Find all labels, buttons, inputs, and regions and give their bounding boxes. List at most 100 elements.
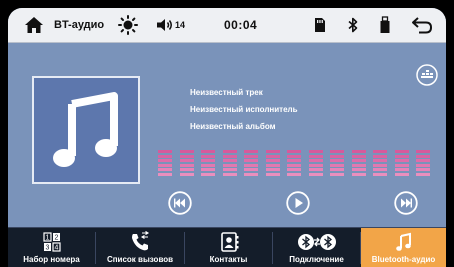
equalizer-segment <box>179 168 194 172</box>
equalizer-segment <box>416 154 430 158</box>
equalizer-segment <box>373 163 387 167</box>
equalizer-segment <box>416 168 430 172</box>
svg-text:2: 2 <box>54 235 58 242</box>
equalizer-segment <box>244 173 258 176</box>
equalizer-segment <box>158 163 172 167</box>
equalizer-segment <box>373 168 387 172</box>
nav-label-call-log: Список вызовов <box>106 255 174 264</box>
equalizer-segment <box>330 168 344 172</box>
equalizer-segment <box>179 150 194 153</box>
nav-bluetooth-audio[interactable]: Bluetooth-аудио <box>361 228 446 267</box>
equalizer-segment <box>179 159 194 163</box>
volume-button[interactable]: 14 <box>156 8 185 42</box>
equalizer-segment <box>330 173 344 176</box>
nav-call-log[interactable]: Список вызовов <box>96 228 184 267</box>
equalizer-segment <box>222 168 237 172</box>
equalizer-segment <box>308 173 323 176</box>
play-button[interactable] <box>286 191 310 215</box>
equalizer-segment <box>201 150 215 153</box>
nav-connection[interactable]: Подключение <box>273 228 360 267</box>
equalizer-segment <box>351 163 366 167</box>
nav-label-contacts: Контакты <box>209 255 248 264</box>
equalizer-icon <box>416 64 438 86</box>
home-button[interactable] <box>24 8 44 42</box>
equalizer-segment <box>158 173 172 176</box>
equalizer-segment <box>158 150 172 153</box>
equalizer-segment <box>287 168 301 172</box>
equalizer-segment <box>373 150 387 153</box>
equalizer-segment <box>287 154 301 158</box>
equalizer-segment <box>179 173 194 176</box>
equalizer-segment <box>373 159 387 163</box>
next-track-button[interactable] <box>394 191 418 215</box>
svg-text:1: 1 <box>45 235 49 242</box>
nav-dialpad[interactable]: 1 2 3 4 Набор номера <box>8 228 95 267</box>
equalizer-segment <box>416 150 430 153</box>
equalizer-segment <box>394 159 409 163</box>
equalizer-segment <box>201 168 215 172</box>
equalizer-segment <box>244 159 258 163</box>
clock: 00:04 <box>224 18 258 32</box>
brightness-button[interactable] <box>118 8 138 42</box>
app-frame: BT-аудио 14 00:04 Неизвестный трек Неизв… <box>8 8 446 267</box>
back-button[interactable] <box>411 8 433 42</box>
previous-track-button[interactable] <box>168 191 192 215</box>
equalizer-segment <box>351 168 366 172</box>
head-unit-screen: BT-аудио 14 00:04 Неизвестный трек Неизв… <box>0 0 454 267</box>
track-artist: Неизвестный исполнитель <box>190 105 298 114</box>
track-album: Неизвестный альбом <box>190 122 276 131</box>
equalizer-segment <box>244 163 258 167</box>
equalizer-segment <box>351 173 366 176</box>
equalizer-segment <box>222 150 237 153</box>
equalizer-segment <box>416 163 430 167</box>
next-track-icon <box>394 191 418 215</box>
equalizer-segment <box>287 159 301 163</box>
equalizer-segment <box>308 168 323 172</box>
equalizer-segment <box>158 159 172 163</box>
spectrum-equalizer <box>158 150 438 178</box>
equalizer-segment <box>394 154 409 158</box>
bottom-navigation: 1 2 3 4 Набор номера Список вызовов Конт… <box>8 227 446 267</box>
equalizer-segment <box>351 159 366 163</box>
bluetooth-status <box>348 8 358 42</box>
svg-text:3: 3 <box>45 245 49 252</box>
music-note-icon <box>395 232 411 251</box>
equalizer-segment <box>416 159 430 163</box>
equalizer-segment <box>351 154 366 158</box>
svg-text:4: 4 <box>54 245 58 252</box>
source-label: BT-аудио <box>54 19 105 31</box>
album-art <box>32 76 140 184</box>
track-title: Неизвестный трек <box>190 88 263 97</box>
player-panel: Неизвестный трек Неизвестный исполнитель… <box>8 43 446 227</box>
nav-label-connection: Подключение <box>289 255 344 264</box>
equalizer-segment <box>201 163 215 167</box>
speaker-icon <box>157 19 172 31</box>
equalizer-segment <box>244 168 258 172</box>
equalizer-segment <box>179 163 194 167</box>
sd-card-status <box>314 8 326 42</box>
volume-level: 14 <box>175 20 186 30</box>
equalizer-segment <box>222 159 237 163</box>
nav-contacts[interactable]: Контакты <box>185 228 272 267</box>
usb-drive-icon <box>380 16 390 33</box>
equalizer-segment <box>394 173 409 176</box>
equalizer-segment <box>244 154 258 158</box>
equalizer-segment <box>394 163 409 167</box>
equalizer-button[interactable] <box>416 64 438 86</box>
nav-label-bluetooth-audio: Bluetooth-аудио <box>371 255 436 264</box>
home-icon <box>25 17 43 33</box>
equalizer-segment <box>330 154 344 158</box>
equalizer-segment <box>201 159 215 163</box>
equalizer-segment <box>330 150 344 153</box>
equalizer-segment <box>308 159 323 163</box>
equalizer-segment <box>265 168 280 172</box>
equalizer-segment <box>201 154 215 158</box>
equalizer-segment <box>244 150 258 153</box>
status-bar: BT-аудио 14 00:04 <box>8 8 446 43</box>
equalizer-segment <box>179 154 194 158</box>
dialpad-icon: 1 2 3 4 <box>42 232 61 252</box>
equalizer-segment <box>287 150 301 153</box>
equalizer-segment <box>308 154 323 158</box>
equalizer-segment <box>330 159 344 163</box>
equalizer-segment <box>158 154 172 158</box>
